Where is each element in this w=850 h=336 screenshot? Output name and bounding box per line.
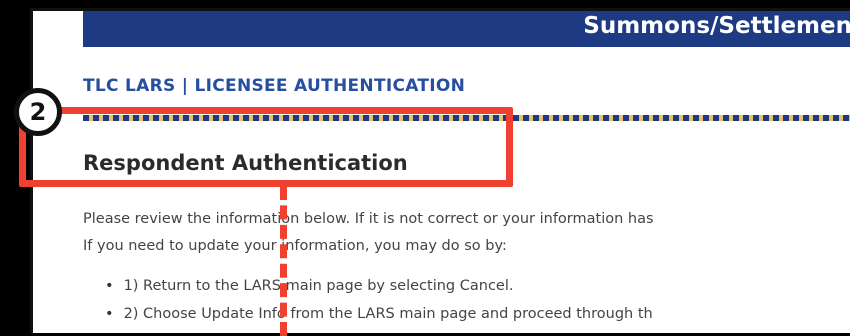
instruction-line-1: Please review the information below. If … [83,211,654,227]
list-item: 1) Return to the LARS main page by selec… [105,278,514,294]
callout-connector-line [280,186,287,336]
list-item: 2) Choose Update Info from the LARS main… [105,306,653,322]
breadcrumb[interactable]: TLC LARS | LICENSEE AUTHENTICATION [83,76,465,96]
step-number-badge: 2 [14,88,62,136]
callout-highlight-box [19,107,513,187]
page-banner: Summons/Settlement [83,11,850,47]
instruction-line-2: If you need to update your information, … [83,238,507,254]
